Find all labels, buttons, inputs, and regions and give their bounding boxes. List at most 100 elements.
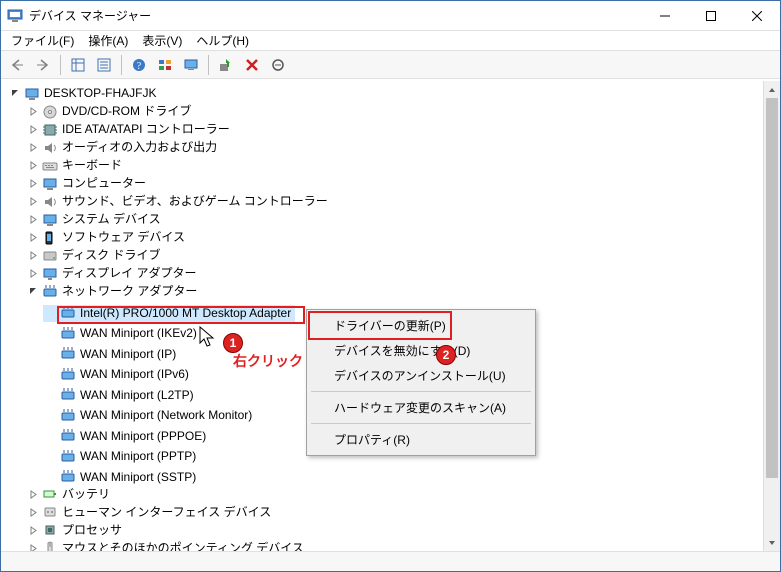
tree-category[interactable]: プロセッサ xyxy=(25,522,126,539)
show-hide-tree-button[interactable] xyxy=(66,53,90,77)
enable-disable-button[interactable] xyxy=(266,53,290,77)
expand-icon[interactable] xyxy=(27,488,40,501)
menubar: ファイル(F) 操作(A) 表示(V) ヘルプ(H) xyxy=(1,31,780,51)
back-button[interactable] xyxy=(5,53,29,77)
tree-category[interactable]: ディスプレイ アダプター xyxy=(25,265,201,282)
battery-icon xyxy=(42,486,58,502)
tree-device[interactable]: WAN Miniport (PPTP) xyxy=(43,448,200,465)
maximize-button[interactable] xyxy=(688,1,734,30)
device-tree[interactable]: DESKTOP-FHAJFJK DVD/CD-ROM ドライブIDE ATA/A… xyxy=(1,81,763,551)
collapse-icon[interactable] xyxy=(27,285,40,298)
tree-category-network[interactable]: ネットワーク アダプター xyxy=(25,283,201,300)
menu-help[interactable]: ヘルプ(H) xyxy=(190,31,255,50)
expand-icon[interactable] xyxy=(27,159,40,172)
pc-icon xyxy=(42,176,58,192)
expand-icon[interactable] xyxy=(27,141,40,154)
ctx-scan-hardware[interactable]: ハードウェア変更のスキャン(A) xyxy=(310,395,532,420)
close-button[interactable] xyxy=(734,1,780,30)
expand-icon[interactable] xyxy=(27,231,40,244)
tree-category-label: キーボード xyxy=(60,157,124,174)
net-icon xyxy=(60,449,76,465)
speaker-icon xyxy=(42,194,58,210)
annotation-badge-1: 1 xyxy=(223,333,243,353)
titlebar: デバイス マネージャー xyxy=(1,1,780,31)
tree-category[interactable]: コンピューター xyxy=(25,175,150,192)
context-menu: ドライバーの更新(P) デバイスを無効にする(D) デバイスのアンインストール(… xyxy=(306,309,536,456)
ctx-update-driver[interactable]: ドライバーの更新(P) xyxy=(310,313,532,338)
menu-view[interactable]: 表示(V) xyxy=(136,31,188,50)
expand-icon[interactable] xyxy=(27,105,40,118)
menu-file[interactable]: ファイル(F) xyxy=(5,31,80,50)
ctx-separator xyxy=(311,391,531,392)
tree-category[interactable]: システム デバイス xyxy=(25,211,165,228)
forward-button[interactable] xyxy=(31,53,55,77)
disc-icon xyxy=(42,104,58,120)
tree-category[interactable]: サウンド、ビデオ、およびゲーム コントローラー xyxy=(25,193,332,210)
tree-category[interactable]: キーボード xyxy=(25,157,126,174)
view-list-button[interactable] xyxy=(153,53,177,77)
scan-hardware-button[interactable] xyxy=(179,53,203,77)
ctx-disable-device[interactable]: デバイスを無効にする(D) xyxy=(310,338,532,363)
expand-icon[interactable] xyxy=(27,267,40,280)
tree-category-label: プロセッサ xyxy=(60,522,124,539)
content-area: DESKTOP-FHAJFJK DVD/CD-ROM ドライブIDE ATA/A… xyxy=(1,81,780,551)
tree-category[interactable]: IDE ATA/ATAPI コントローラー xyxy=(25,121,234,138)
tree-device-label: WAN Miniport (PPTP) xyxy=(78,448,198,465)
ctx-properties[interactable]: プロパティ(R) xyxy=(310,427,532,452)
ctx-uninstall-device[interactable]: デバイスのアンインストール(U) xyxy=(310,363,532,388)
expand-icon[interactable] xyxy=(27,195,40,208)
tree-device-label: WAN Miniport (L2TP) xyxy=(78,387,196,404)
tree-device[interactable]: WAN Miniport (Network Monitor) xyxy=(43,407,256,424)
tree-device[interactable]: WAN Miniport (IPv6) xyxy=(43,366,193,383)
tree-device[interactable]: WAN Miniport (L2TP) xyxy=(43,387,198,404)
tree-device[interactable]: Intel(R) PRO/1000 MT Desktop Adapter xyxy=(43,305,295,322)
tree-category[interactable]: バッテリ xyxy=(25,486,114,503)
software-icon xyxy=(42,230,58,246)
tree-category-label: システム デバイス xyxy=(60,211,163,228)
vertical-scrollbar[interactable] xyxy=(763,81,780,551)
expand-icon[interactable] xyxy=(27,249,40,262)
expand-icon[interactable] xyxy=(27,177,40,190)
tree-device[interactable]: WAN Miniport (PPPOE) xyxy=(43,428,210,445)
display-icon xyxy=(42,266,58,282)
tree-category[interactable]: マウスとそのほかのポインティング デバイス xyxy=(25,540,308,552)
tree-category[interactable]: ソフトウェア デバイス xyxy=(25,229,189,246)
statusbar xyxy=(1,551,780,571)
tree-category-label: マウスとそのほかのポインティング デバイス xyxy=(60,540,306,552)
update-driver-button[interactable] xyxy=(214,53,238,77)
tree-device[interactable]: WAN Miniport (SSTP) xyxy=(43,469,200,486)
scroll-up-button[interactable] xyxy=(764,81,780,98)
expand-icon[interactable] xyxy=(27,542,40,552)
help-button[interactable]: ? xyxy=(127,53,151,77)
tree-device[interactable]: WAN Miniport (IKEv2) xyxy=(43,325,201,342)
tree-device-label: Intel(R) PRO/1000 MT Desktop Adapter xyxy=(78,305,293,322)
net-icon xyxy=(60,326,76,342)
expand-icon[interactable] xyxy=(27,123,40,136)
net-icon xyxy=(60,408,76,424)
tree-category[interactable]: ディスク ドライブ xyxy=(25,247,165,264)
expand-icon[interactable] xyxy=(27,506,40,519)
tree-root[interactable]: DESKTOP-FHAJFJK xyxy=(7,85,160,102)
uninstall-button[interactable] xyxy=(240,53,264,77)
scroll-thumb[interactable] xyxy=(766,98,778,478)
tree-category[interactable]: オーディオの入力および出力 xyxy=(25,139,221,156)
scroll-down-button[interactable] xyxy=(764,534,780,551)
tree-device-label: WAN Miniport (IKEv2) xyxy=(78,325,199,342)
tree-device[interactable]: WAN Miniport (IP) xyxy=(43,346,180,363)
menu-action[interactable]: 操作(A) xyxy=(82,31,134,50)
cursor-icon xyxy=(199,326,217,348)
tree-category[interactable]: ヒューマン インターフェイス デバイス xyxy=(25,504,275,521)
pc-icon xyxy=(42,212,58,228)
expand-icon[interactable] xyxy=(27,524,40,537)
hid-icon xyxy=(42,504,58,520)
expand-icon[interactable] xyxy=(27,213,40,226)
tree-category-label: ディスク ドライブ xyxy=(60,247,163,264)
tree-category[interactable]: DVD/CD-ROM ドライブ xyxy=(25,103,195,120)
collapse-icon[interactable] xyxy=(9,87,22,100)
tree-category-label: ネットワーク アダプター xyxy=(60,283,199,300)
net-icon xyxy=(60,428,76,444)
properties-button[interactable] xyxy=(92,53,116,77)
app-icon xyxy=(7,8,23,24)
tree-device-label: WAN Miniport (IP) xyxy=(78,346,178,363)
minimize-button[interactable] xyxy=(642,1,688,30)
